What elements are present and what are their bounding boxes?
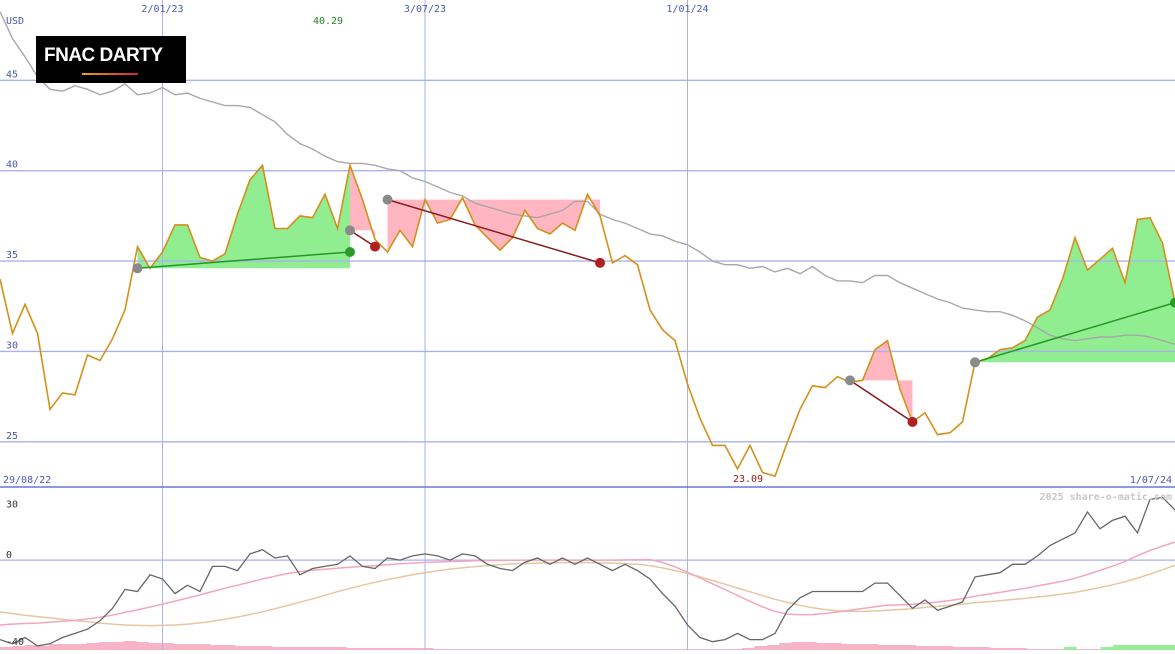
oscillator-tick-label: -40	[6, 637, 24, 648]
volume-bar-down	[223, 645, 236, 650]
volume-bar-down	[124, 641, 137, 650]
trend-end-marker	[908, 417, 918, 427]
volume-bar-down	[173, 644, 186, 650]
volume-bar-down	[853, 644, 866, 650]
volume-bar-down	[247, 646, 260, 650]
x-tick-label: 1/01/24	[666, 4, 708, 15]
chart-canvas: USD 29/08/22 1/07/24 40.29 23.09 2025 sh…	[0, 0, 1175, 650]
volume-bar-down	[767, 645, 780, 650]
volume-bar-down	[903, 645, 916, 650]
volume-bar-down	[260, 646, 273, 650]
volume-bar-down	[186, 644, 199, 650]
logo-text: FNAC DARTY	[44, 45, 163, 67]
volume-bar-down	[915, 646, 928, 650]
oscillator-tick-label: 30	[6, 499, 18, 510]
watermark: 2025 share-o-matic.com	[1040, 491, 1172, 503]
currency-label: USD	[6, 16, 24, 27]
volume-bar-down	[235, 646, 248, 650]
momentum-line	[0, 497, 1175, 646]
logo-accent-bar	[82, 73, 138, 75]
volume-bar-down	[940, 646, 953, 650]
volume-bar-down	[49, 644, 62, 650]
volume-bar-down	[25, 645, 38, 650]
volume-bar-down	[866, 644, 879, 650]
y-tick-label: 35	[6, 250, 18, 261]
x-tick-label: 3/07/23	[404, 4, 446, 15]
trend-start-marker	[845, 375, 855, 385]
volume-bar-down	[928, 646, 941, 650]
volume-bar-down	[111, 642, 124, 650]
volume-bar-down	[891, 645, 904, 650]
trend-end-marker	[345, 247, 355, 257]
volume-bar-down	[62, 644, 75, 650]
trend-end-marker	[370, 242, 380, 252]
axis-labels: USD 29/08/22 1/07/24 40.29 23.09 2025 sh…	[3, 4, 1172, 648]
volume-bar-down	[754, 646, 767, 650]
volume-bar-up	[1163, 645, 1175, 650]
grid-lines	[0, 0, 1175, 650]
y-tick-label: 25	[6, 431, 18, 442]
volume-bar-up	[1113, 645, 1126, 650]
volume-bar-down	[210, 645, 223, 650]
x-tick-label: 2/01/23	[141, 4, 183, 15]
trend-end-marker	[595, 258, 605, 268]
low-value-label: 23.09	[733, 474, 763, 485]
company-logo: FNAC DARTY	[36, 36, 186, 83]
volume-bar-down	[148, 643, 161, 650]
volume-bar-down	[804, 642, 817, 650]
volume-bar-up	[1138, 645, 1151, 650]
volume-bar-down	[74, 644, 87, 650]
volume-bar-down	[198, 644, 211, 650]
price-line	[0, 165, 1175, 476]
volume-bar-down	[99, 642, 112, 650]
trend-fill-up	[138, 165, 351, 268]
volume-bar-down	[841, 644, 854, 650]
ma-slow-line	[0, 562, 1175, 625]
y-tick-label: 30	[6, 340, 18, 351]
trend-start-marker	[970, 357, 980, 367]
trend-start-marker	[383, 195, 393, 205]
volume-bar-down	[136, 642, 149, 650]
stock-chart: USD 29/08/22 1/07/24 40.29 23.09 2025 sh…	[0, 0, 1175, 650]
y-tick-label: 45	[6, 69, 18, 80]
end-date-label: 1/07/24	[1130, 475, 1172, 486]
volume-bar-up	[1150, 645, 1163, 650]
high-value-label: 40.29	[313, 16, 343, 27]
oscillator-tick-label: 0	[6, 550, 12, 561]
y-tick-label: 40	[6, 160, 18, 171]
volume-bar-up	[1126, 645, 1139, 650]
trend-fills	[0, 165, 1175, 650]
volume-bar-down	[878, 645, 891, 650]
volume-bar-down	[37, 646, 50, 650]
volume-bar-down	[829, 643, 842, 650]
volume-bar-down	[87, 643, 100, 650]
trend-start-marker	[133, 263, 143, 273]
ma-fast-line	[0, 542, 1175, 625]
volume-bar-down	[779, 643, 792, 650]
start-date-label: 29/08/22	[3, 475, 51, 486]
volume-bar-down	[792, 642, 805, 650]
series-lines	[0, 12, 1175, 646]
volume-bar-down	[816, 643, 829, 650]
trend-start-marker	[345, 225, 355, 235]
